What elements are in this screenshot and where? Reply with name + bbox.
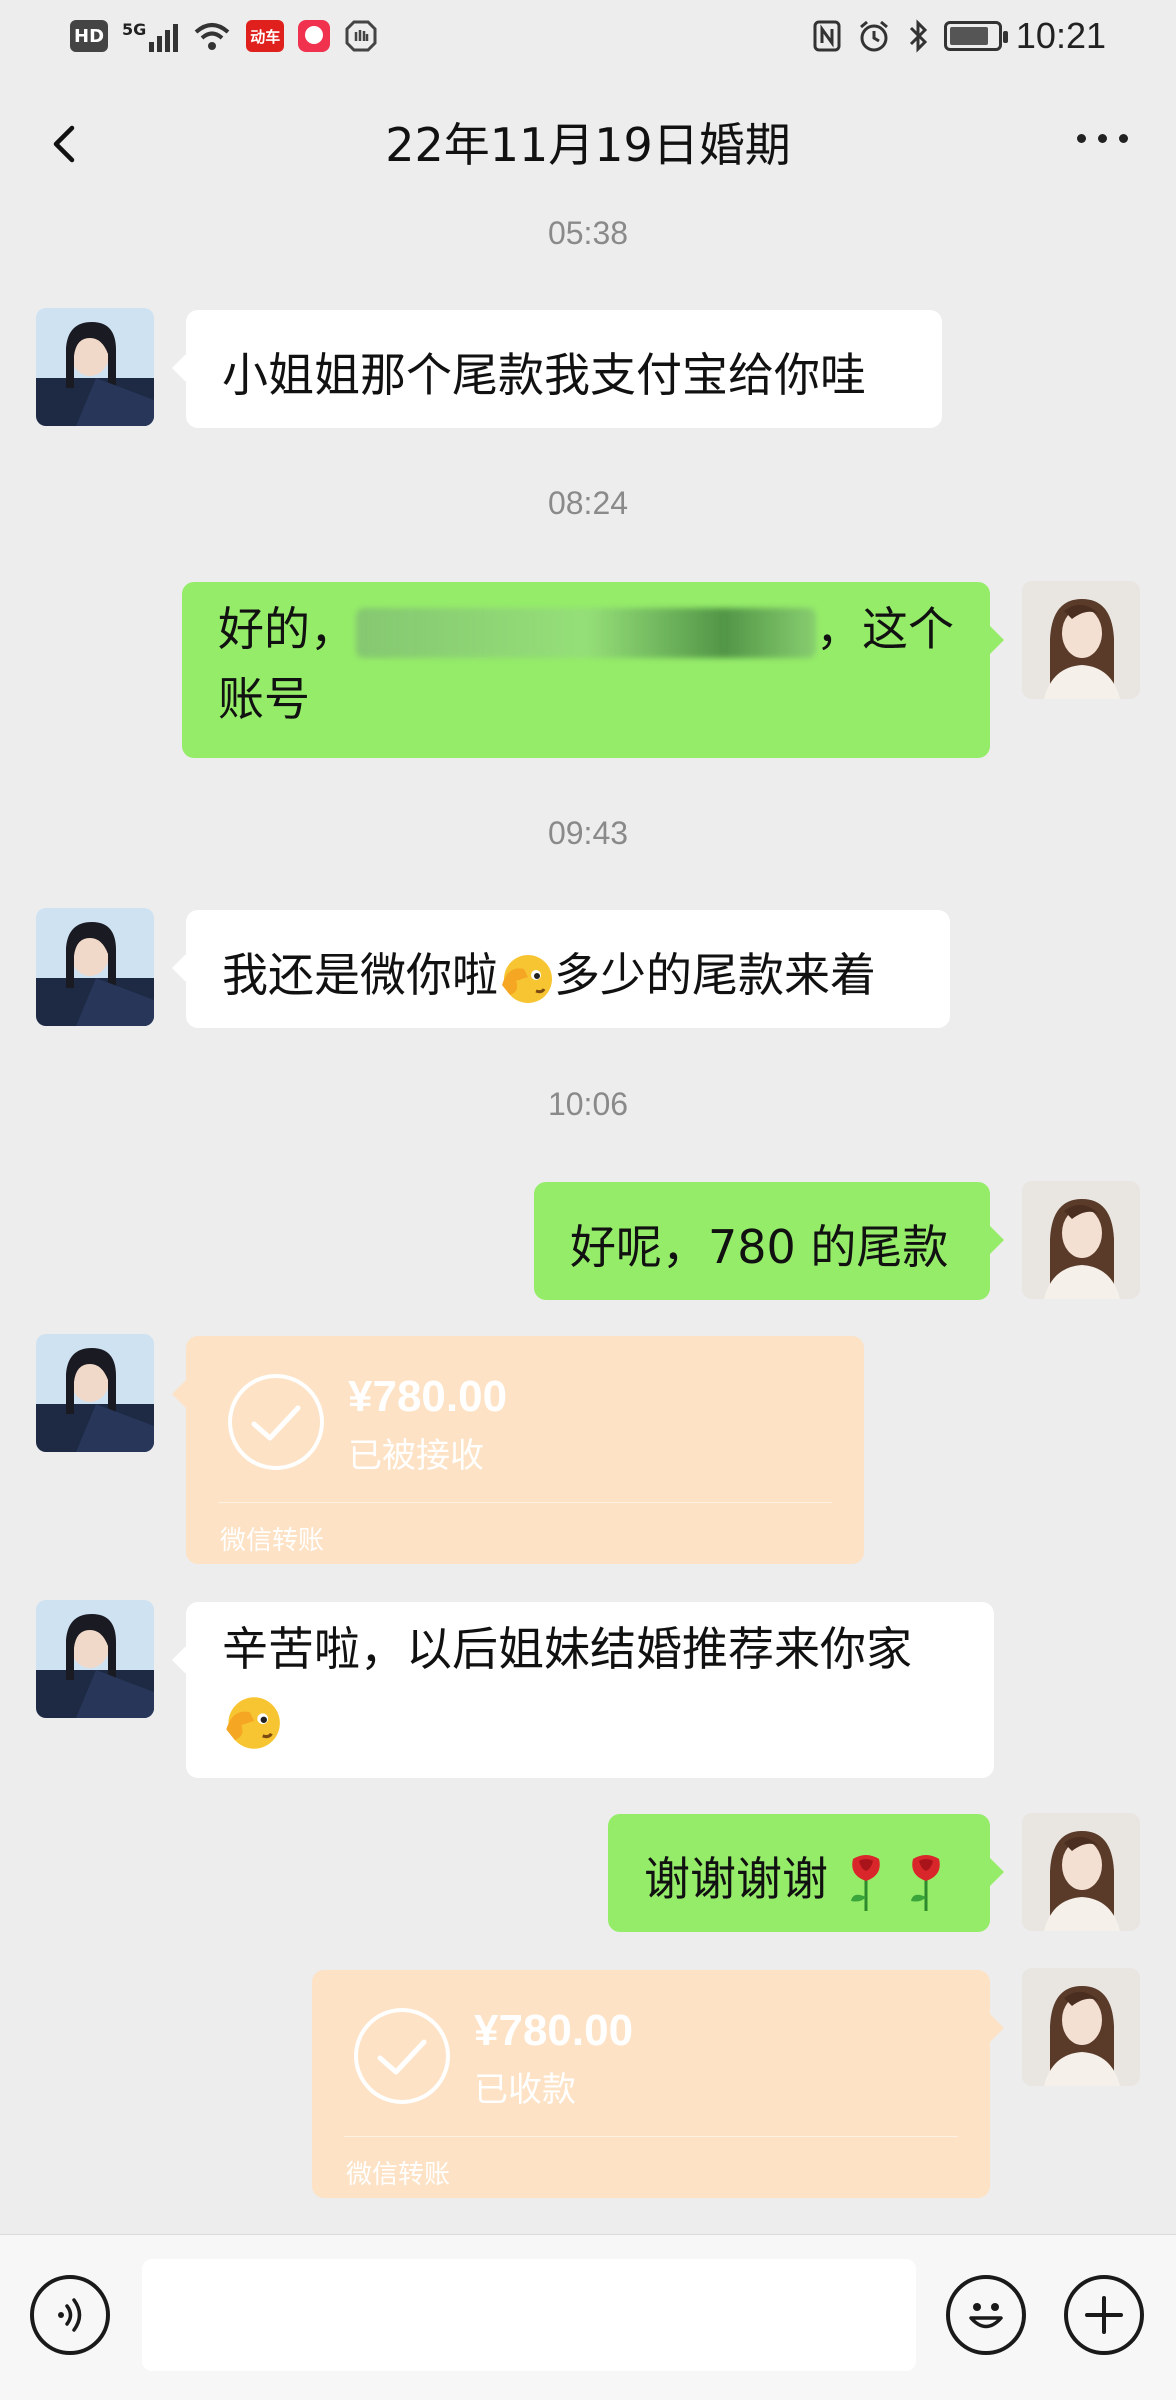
nfc-icon [813, 20, 841, 52]
input-bar [0, 2234, 1176, 2400]
message-bubble-incoming[interactable]: 小姐姐那个尾款我支付宝给你哇 [172, 310, 942, 428]
message-bubble-incoming[interactable]: 我还是微你啦 多少的尾款来着 [172, 910, 950, 1028]
chat-header: 22年11月19日婚期 [0, 72, 1176, 212]
status-bar-right: 10:21 [812, 15, 1106, 57]
message-text: 小姐姐那个尾款我支付宝给你哇 [222, 348, 866, 402]
contact-avatar[interactable] [36, 1600, 154, 1718]
checkmark-icon [354, 2008, 450, 2104]
my-avatar[interactable] [1022, 1813, 1140, 1931]
app-notification-icon: 动车 [246, 20, 285, 52]
status-bar: HD 5G 动车 10:21 [0, 0, 1176, 72]
transfer-amount: ¥780.00 [348, 1372, 508, 1421]
message-text: 好的， [218, 602, 356, 656]
more-options-icon[interactable] [1077, 134, 1128, 143]
battery-icon [943, 21, 1008, 51]
message-text-suffix: ，这个 [816, 602, 954, 656]
my-avatar[interactable] [1022, 1181, 1140, 1299]
timestamp: 10:06 [547, 1086, 629, 1122]
transfer-status: 已收款 [474, 2070, 576, 2110]
divider [218, 1502, 832, 1503]
bluetooth-icon [909, 19, 928, 53]
cover-face-emoji-icon [226, 1696, 280, 1749]
alarm-icon [859, 20, 888, 52]
message-text-2: 多少的尾款来着 [554, 948, 876, 1002]
transfer-amount: ¥780.00 [474, 2006, 634, 2055]
voice-input-icon[interactable] [30, 2275, 110, 2355]
my-avatar[interactable] [1022, 1968, 1140, 2086]
transfer-label: 微信转账 [220, 1526, 325, 1556]
wechat-transfer-card[interactable]: ¥780.00 已收款 微信转账 [312, 1970, 1004, 2198]
transfer-status: 已被接收 [348, 1436, 484, 1476]
cover-face-emoji-icon [502, 954, 552, 1003]
message-text: 辛苦啦，以后姐妹结婚推荐来你家 [222, 1622, 912, 1676]
message-text: 好呢，780 的尾款 [570, 1220, 949, 1274]
message-bubble-outgoing[interactable]: 好呢，780 的尾款 [534, 1182, 1004, 1300]
timestamp: 09:43 [547, 815, 629, 851]
chat-title: 22年11月19日婚期 [385, 118, 791, 172]
checkmark-icon [228, 1374, 324, 1470]
message-text: 谢谢谢谢 [644, 1852, 828, 1906]
timestamp: 08:24 [547, 485, 629, 521]
contact-avatar[interactable] [36, 908, 154, 1026]
app-notification-icon-2 [298, 20, 331, 52]
hd-icon: HD [70, 20, 109, 52]
wechat-transfer-card[interactable]: ¥780.00 已被接收 微信转账 [172, 1336, 864, 1564]
add-more-icon[interactable] [1064, 2275, 1144, 2355]
transfer-label: 微信转账 [346, 2160, 451, 2190]
my-avatar[interactable] [1022, 581, 1140, 699]
message-bubble-outgoing[interactable]: 谢谢谢谢 [608, 1814, 1004, 1932]
redacted-account-number [356, 607, 816, 658]
wifi-icon [194, 23, 230, 50]
message-input[interactable] [142, 2259, 916, 2371]
emoji-icon[interactable] [946, 2275, 1026, 2355]
status-bar-left: HD 5G 动车 [70, 19, 378, 53]
message-bubble-incoming[interactable]: 辛苦啦，以后姐妹结婚推荐来你家 [172, 1602, 994, 1778]
timestamp: 05:38 [547, 215, 629, 251]
message-text: 我还是微你啦 [222, 948, 498, 1002]
back-arrow-icon[interactable] [36, 114, 96, 174]
contact-avatar[interactable] [36, 1334, 154, 1452]
shield-icon [345, 20, 377, 52]
contact-avatar[interactable] [36, 308, 154, 426]
message-bubble-outgoing[interactable]: 好的， ，这个 账号 [182, 582, 1004, 758]
5g-signal-icon: 5G [122, 20, 179, 52]
divider [344, 2136, 958, 2137]
message-text-line2: 账号 [218, 672, 310, 726]
status-time: 10:21 [1015, 15, 1106, 56]
rose-emoji-icon [911, 1854, 941, 1911]
message-list[interactable]: 05:38 小姐姐那个尾款我支付宝给你哇 08:24 好的， ，这个 账号 09:… [0, 212, 1176, 2234]
rose-emoji-icon [850, 1854, 880, 1911]
